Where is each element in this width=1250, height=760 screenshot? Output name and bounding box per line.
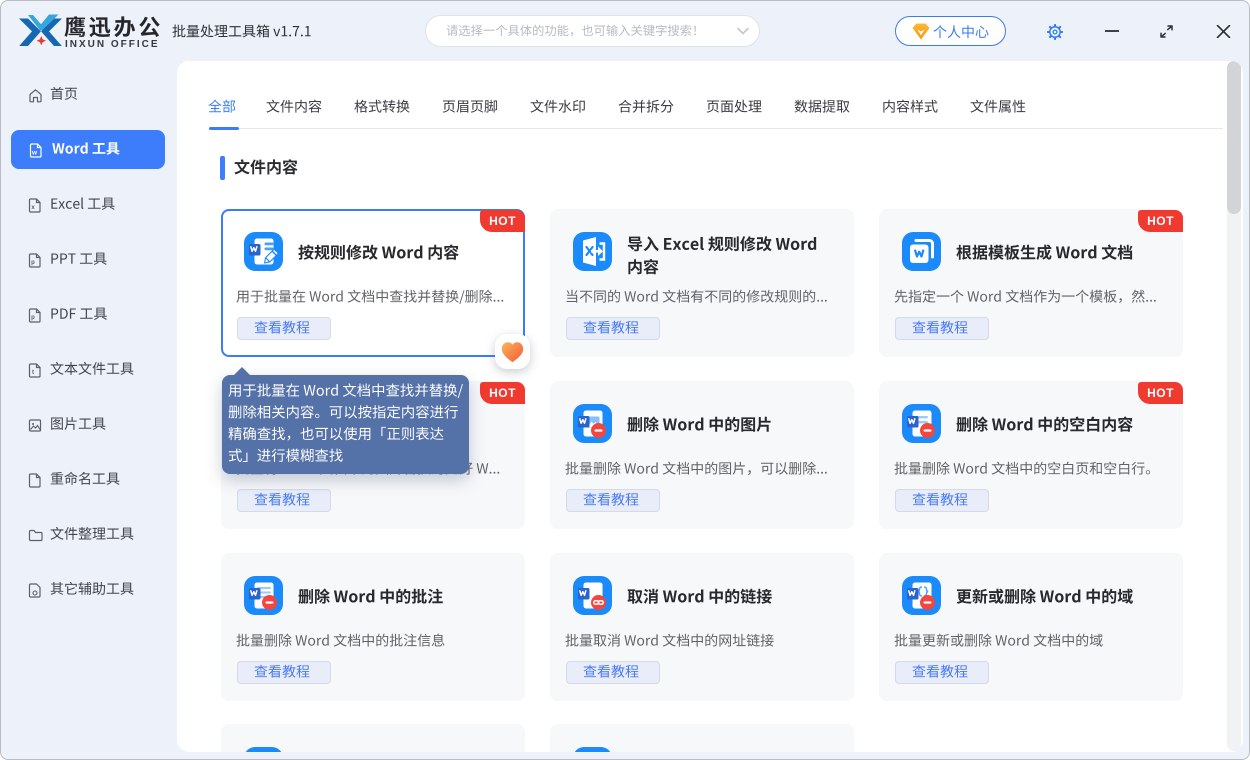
svg-text:x: x bbox=[31, 205, 35, 211]
svg-text:w: w bbox=[31, 150, 38, 157]
svg-text:t: t bbox=[32, 370, 34, 376]
svg-text:p: p bbox=[31, 315, 35, 321]
svg-text:p: p bbox=[31, 260, 35, 266]
